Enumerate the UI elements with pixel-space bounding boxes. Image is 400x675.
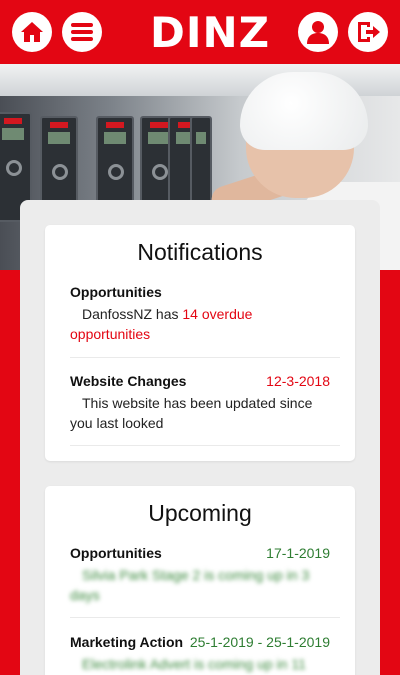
notification-item-body: DanfossNZ has 14 overdue opportunities [70,306,253,342]
logout-icon [358,22,380,42]
upcoming-item-link[interactable]: Silvia Park Stage 2 [82,567,200,583]
upcoming-item-body: Electrolink Advert is coming up in 11 [82,656,306,672]
divider [70,445,340,446]
upcoming-item-date: 17-1-2019 [266,545,330,561]
logout-button[interactable] [348,12,388,52]
top-bar: DINZ [0,0,400,64]
upcoming-item-body: Silvia Park Stage 2 is coming up in 3 da… [70,567,310,603]
upcoming-item-title: Opportunities [70,545,162,561]
upcoming-item[interactable]: Opportunities 17-1-2019 Silvia Park Stag… [70,545,330,611]
app-brand: DINZ [150,8,271,57]
upcoming-item-title: Marketing Action [70,634,184,650]
notifications-title: Notifications [137,239,263,265]
divider [70,617,340,618]
profile-button[interactable] [298,12,338,52]
notification-item[interactable]: Website Changes 12-3-2018 This website h… [70,373,330,439]
notification-item-title: Opportunities [70,284,162,300]
user-icon [307,21,329,44]
upcoming-item-date: 25-1-2019 - 25-1-2019 [189,634,330,650]
menu-icon [71,23,93,41]
home-button[interactable] [12,12,52,52]
menu-button[interactable] [62,12,102,52]
upcoming-title: Upcoming [148,500,252,526]
notifications-card: Notifications Opportunities DanfossNZ ha… [45,225,355,461]
notification-item-title: Website Changes [70,373,187,389]
upcoming-item-link[interactable]: Electrolink Advert [82,656,190,672]
notification-item-date: 12-3-2018 [266,373,330,389]
notification-item[interactable]: Opportunities DanfossNZ has 14 overdue o… [70,284,330,350]
home-icon [21,22,43,42]
upcoming-card: Upcoming Opportunities 17-1-2019 Silvia … [45,486,355,675]
notification-item-body: This website has been updated since you … [70,395,313,431]
upcoming-item[interactable]: Marketing Action 25-1-2019 - 25-1-2019 E… [70,634,330,675]
divider [70,357,340,358]
